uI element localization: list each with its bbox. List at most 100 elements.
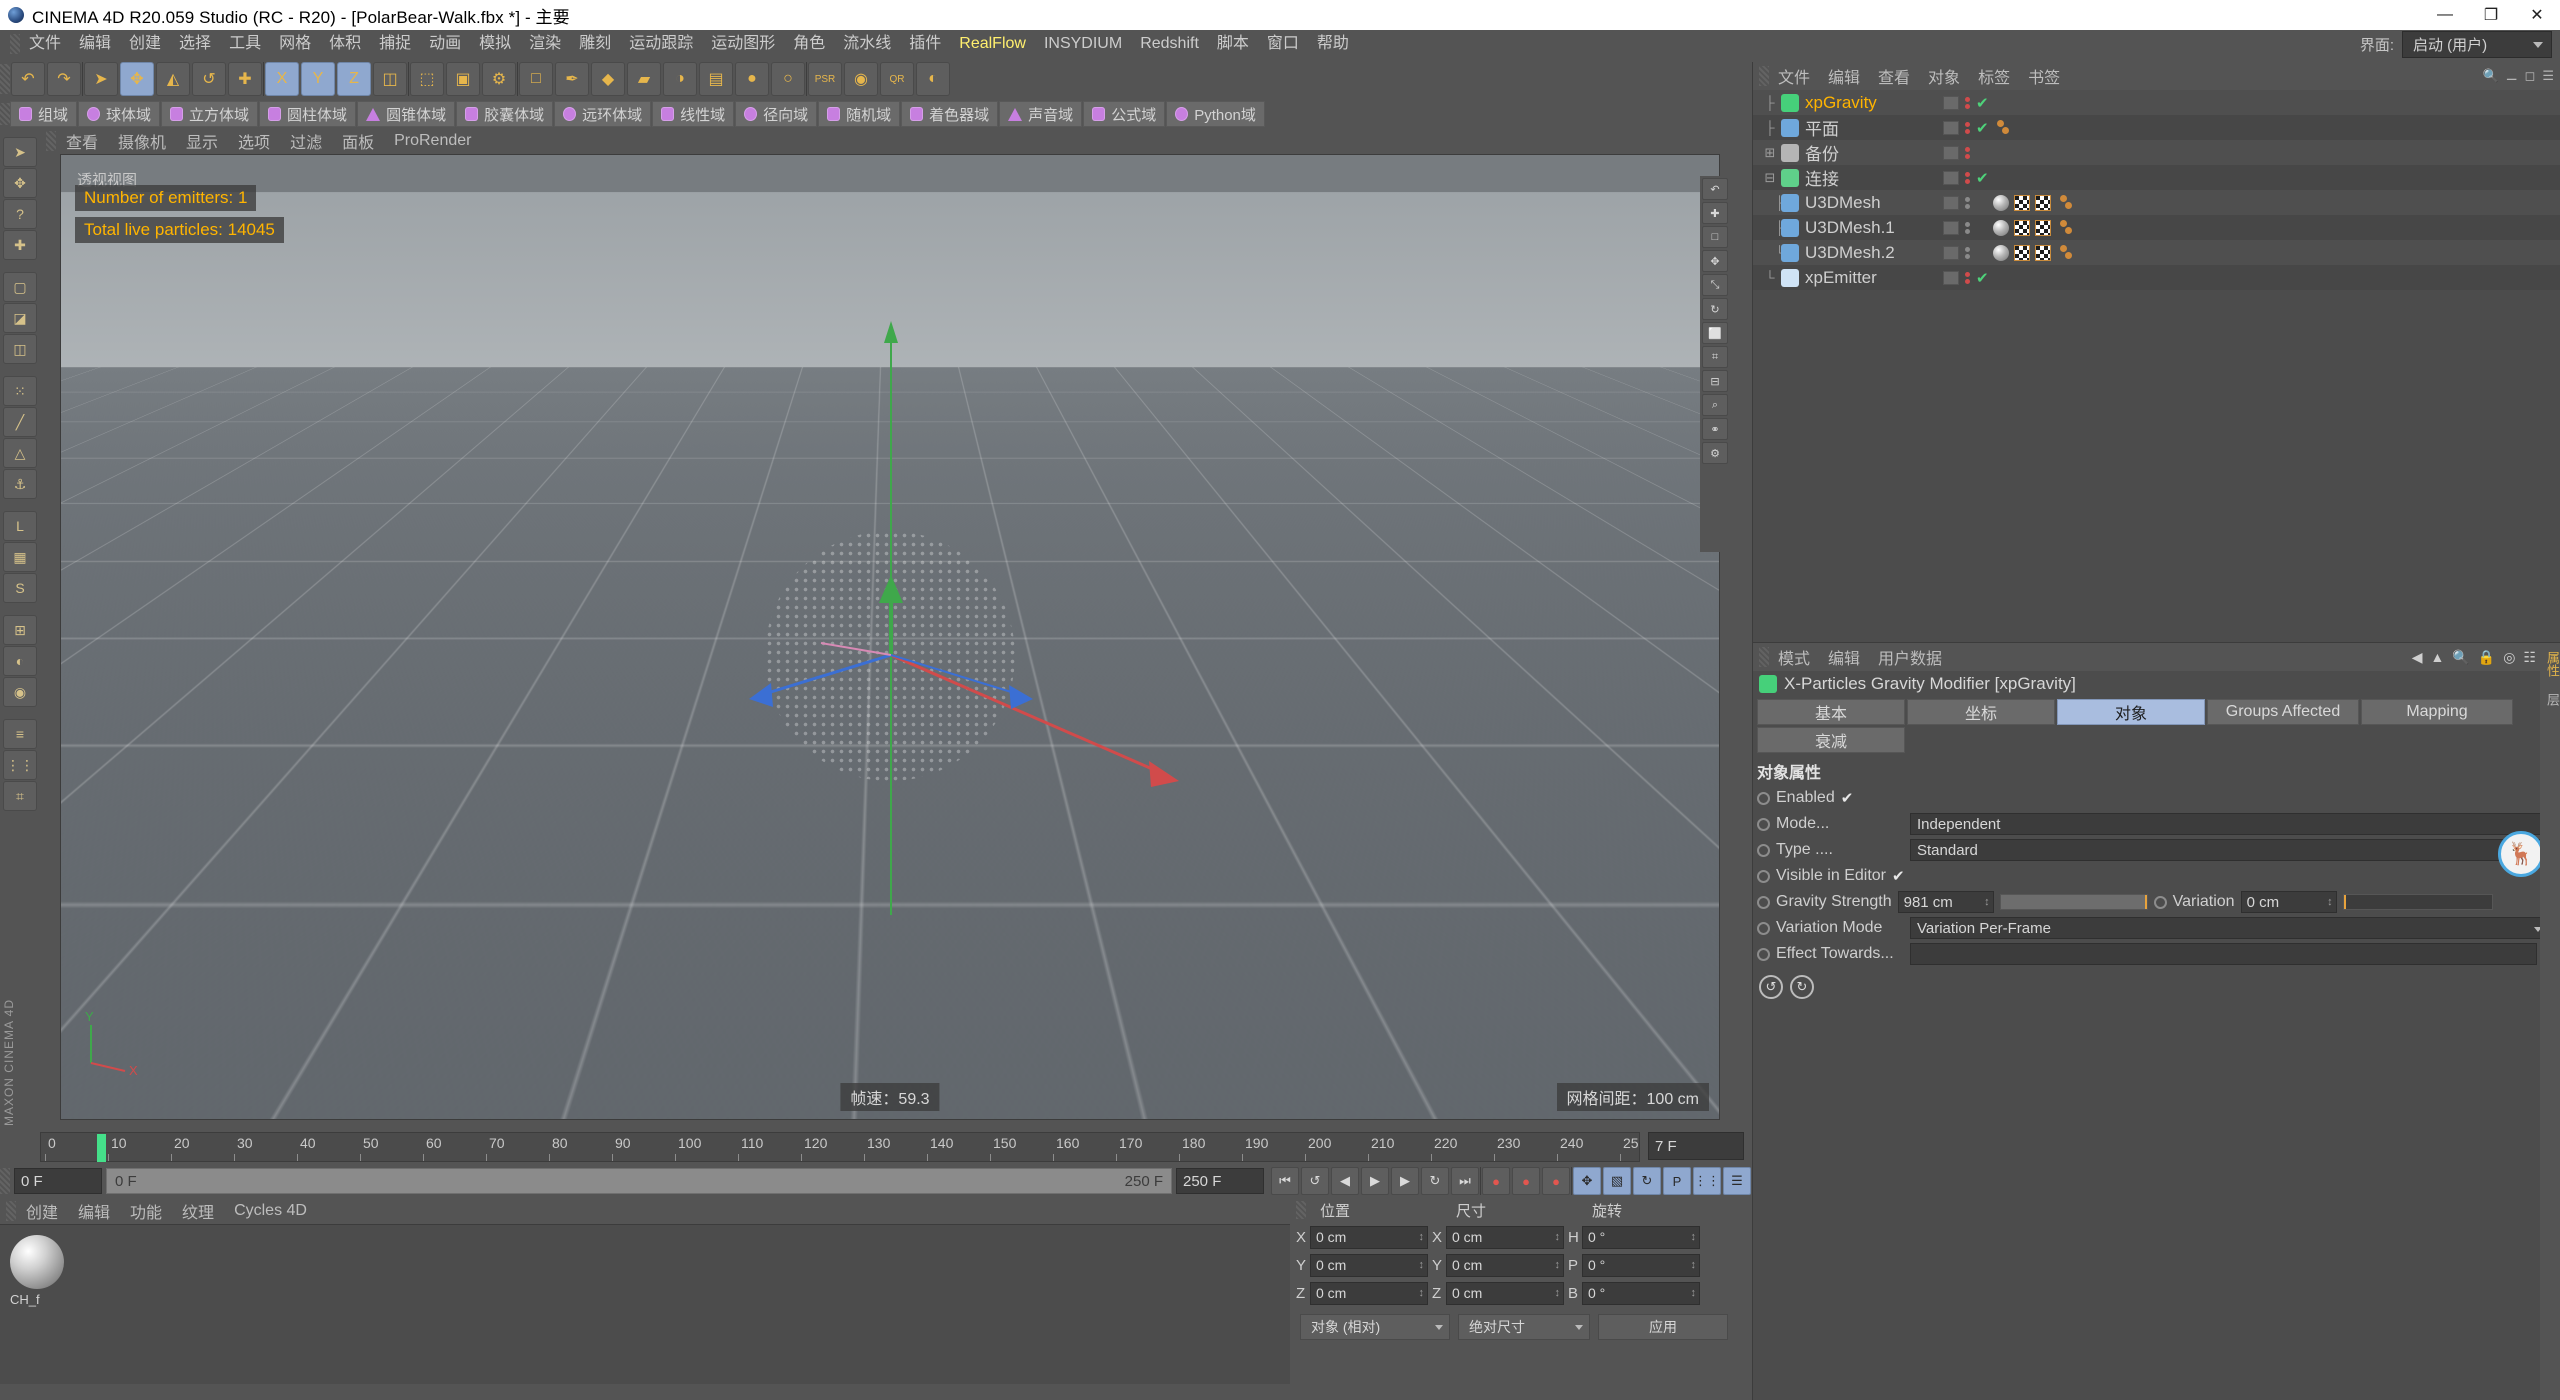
object-visibility-dots[interactable] (1943, 221, 1970, 235)
timeline-range-slider[interactable]: 0 F 250 F (106, 1168, 1172, 1194)
menu-item-13[interactable]: 运动图形 (702, 30, 784, 58)
timeline-playhead[interactable] (97, 1134, 106, 1162)
autokeying-button[interactable]: ● (1512, 1167, 1540, 1195)
timeline-ruler[interactable]: 0102030405060708090100110120130140150160… (40, 1132, 1640, 1162)
object-visibility-dots[interactable]: ✔ (1943, 169, 1989, 187)
object-tags[interactable] (1993, 195, 2074, 211)
menu-item-21[interactable]: 窗口 (1258, 30, 1308, 58)
world-object-axis-icon[interactable]: ◫ (373, 62, 407, 96)
render-tool[interactable]: ◉ (3, 677, 37, 707)
grid-toggle-icon[interactable]: ⌗ (1702, 346, 1728, 368)
generator-icon[interactable]: ◆ (591, 62, 625, 96)
row-visible-in-editor[interactable]: Visible in Editor ✔ (1753, 863, 2560, 889)
object-row[interactable]: ├U3DMesh (1753, 190, 2560, 215)
grid-tool[interactable]: ⋮⋮ (3, 750, 37, 780)
material-tag-icon[interactable] (1993, 195, 2009, 211)
viewport-menu-item-2[interactable]: 显示 (176, 129, 228, 153)
menu-item-1[interactable]: 编辑 (70, 30, 120, 58)
texture-tag-icon[interactable] (2035, 220, 2051, 236)
coord-apply-button[interactable]: 应用 (1598, 1314, 1728, 1340)
play-backwards-button[interactable]: ↺ (1301, 1167, 1329, 1195)
previous-frame-button[interactable]: ◀ (1331, 1167, 1359, 1195)
panel-options-icon[interactable]: ☷ (2523, 649, 2536, 666)
gravity-strength-field[interactable]: 981 cm (1898, 891, 1994, 913)
attribute-menu-item-0[interactable]: 模式 (1769, 645, 1819, 669)
object-row[interactable]: ⊞备份 (1753, 140, 2560, 165)
texture-tag-icon[interactable] (2014, 195, 2030, 211)
object-tags[interactable] (1993, 220, 2074, 236)
back-nav-icon[interactable]: ◀ (2412, 649, 2423, 666)
viewport-menu-item-5[interactable]: 面板 (332, 129, 384, 153)
move-axis-icon[interactable]: ✚ (228, 62, 262, 96)
maximize-view-icon[interactable]: ⬜ (1702, 322, 1728, 344)
attribute-tab-2[interactable]: 对象 (2057, 699, 2205, 725)
mode-dropdown[interactable]: Independent (1910, 813, 2550, 835)
scale-camera-icon[interactable]: ⤡ (1702, 274, 1728, 296)
object-row[interactable]: └U3DMesh.2 (1753, 240, 2560, 265)
object-tree-toggle-icon[interactable]: ⊟ (1759, 170, 1781, 186)
gravity-strength-slider[interactable] (2000, 894, 2148, 910)
effect-towards-bullet-icon[interactable] (1757, 948, 1770, 961)
search-icon[interactable]: 🔍 (2483, 68, 2499, 84)
attribute-menu-item-1[interactable]: 编辑 (1819, 645, 1869, 669)
object-menu-item-0[interactable]: 文件 (1769, 64, 1819, 88)
visible-param-bullet-icon[interactable] (1757, 870, 1770, 883)
object-visibility-dots[interactable]: ✔ (1943, 94, 1989, 112)
object-row[interactable]: ├平面✔ (1753, 115, 2560, 140)
texture-tag-icon[interactable] (2014, 245, 2030, 261)
object-tree-toggle-icon[interactable]: ├ (1759, 220, 1781, 235)
axis-x-icon[interactable]: X (265, 62, 299, 96)
go-to-start-button[interactable]: ⏮ (1271, 1167, 1299, 1195)
texture-tag-icon[interactable] (2035, 195, 2051, 211)
domain-toolbar-gripper[interactable] (0, 103, 10, 125)
group-domain-button[interactable]: 组域 (10, 101, 77, 127)
xparticles-icon[interactable]: ◉ (844, 62, 878, 96)
viewport-menu-item-0[interactable]: 查看 (56, 129, 108, 153)
menu-item-12[interactable]: 运动跟踪 (620, 30, 702, 58)
menu-item-17[interactable]: RealFlow (950, 30, 1035, 58)
object-manager-gripper[interactable] (1759, 66, 1769, 86)
attribute-tab-3[interactable]: Groups Affected (2207, 699, 2359, 725)
scene-object-icon[interactable]: ◑ (663, 62, 697, 96)
next-frame-button[interactable]: ▶ (1391, 1167, 1419, 1195)
undo-view-icon[interactable]: ↶ (1702, 178, 1728, 200)
panel-options-icon[interactable]: ☰ (2542, 68, 2554, 84)
menu-item-10[interactable]: 渲染 (520, 30, 570, 58)
move-tool[interactable]: ✥ (3, 168, 37, 198)
enable-axis-tool[interactable]: L (3, 511, 37, 541)
attribute-tab-4[interactable]: Mapping (2361, 699, 2513, 725)
attribute-tab-5[interactable]: 衰减 (1757, 727, 1905, 753)
attribute-manager-tools[interactable]: ◀ ▲ 🔍 🔒 ◎ ☷ (2412, 649, 2560, 666)
visibility-dot-pair[interactable] (1965, 197, 1970, 209)
transport-gripper[interactable] (0, 1168, 10, 1194)
lock-icon[interactable]: 🔒 (2478, 649, 2495, 666)
minimize-panel-icon[interactable]: ⚊ (2506, 68, 2518, 84)
scale-key-button[interactable]: ▧ (1603, 1167, 1631, 1195)
row-mode[interactable]: Mode... Independent (1753, 811, 2560, 837)
insydium-icon[interactable]: ◐ (916, 62, 950, 96)
enabled-param-bullet-icon[interactable] (1757, 792, 1770, 805)
texture-tag-icon[interactable] (2014, 220, 2030, 236)
texture-tag-icon[interactable] (2035, 245, 2051, 261)
coord-rotation-field-2[interactable]: 0 ° (1582, 1282, 1700, 1305)
move-tool-icon[interactable]: ✥ (120, 62, 154, 96)
settings-view-icon[interactable]: ⚙ (1702, 442, 1728, 464)
menu-item-6[interactable]: 体积 (320, 30, 370, 58)
object-tags[interactable] (1993, 245, 2074, 261)
visibility-dot-pair[interactable] (1965, 147, 1970, 159)
rotate-camera-icon[interactable]: ↻ (1702, 298, 1728, 320)
object-tree-toggle-icon[interactable]: └ (1759, 270, 1781, 285)
minimize-button[interactable]: — (2422, 0, 2468, 30)
variation-param-bullet-icon[interactable] (2154, 896, 2167, 909)
menu-item-11[interactable]: 雕刻 (570, 30, 620, 58)
radial-domain-button[interactable]: 径向域 (735, 101, 817, 127)
coord-mode-object-dropdown[interactable]: 对象 (相对) (1300, 1314, 1450, 1340)
timeline-current-frame-field[interactable]: 7 F (1648, 1132, 1744, 1160)
viewport-menu-item-6[interactable]: ProRender (384, 132, 481, 150)
material-list[interactable]: CH_f (0, 1224, 1290, 1400)
menu-item-2[interactable]: 创建 (120, 30, 170, 58)
point-cache-tag-icon[interactable] (2056, 220, 2074, 236)
render-region-icon[interactable]: ▣ (446, 62, 480, 96)
capsule-domain-button[interactable]: 胶囊体域 (456, 101, 553, 127)
pin-icon[interactable]: ◎ (2503, 649, 2515, 666)
